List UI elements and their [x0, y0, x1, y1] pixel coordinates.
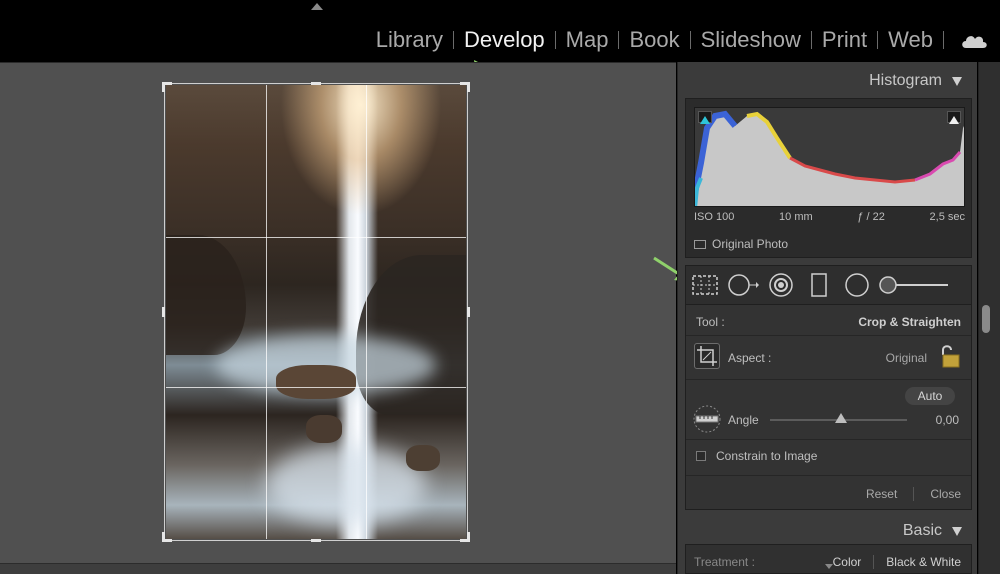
histogram-title: Histogram — [869, 72, 942, 89]
lock-open-icon[interactable] — [937, 343, 961, 369]
tool-value: Crop & Straighten — [858, 315, 961, 329]
treatment-bw[interactable]: Black & White — [886, 555, 961, 569]
reset-button[interactable]: Reset — [866, 487, 897, 501]
constrain-to-image-toggle[interactable]: Constrain to Image — [696, 449, 817, 463]
treatment-separator — [873, 555, 875, 569]
crop-handle-right[interactable] — [467, 307, 470, 317]
divider — [686, 475, 971, 476]
constrain-checkbox[interactable] — [696, 451, 706, 461]
footer-separator — [913, 487, 915, 501]
auto-straighten-button[interactable]: Auto — [905, 387, 955, 405]
spot-removal-icon[interactable] — [724, 266, 762, 304]
module-slideshow[interactable]: Slideshow — [691, 25, 811, 55]
crop-handle-bottom[interactable] — [311, 539, 321, 542]
crop-handle-left[interactable] — [162, 307, 165, 317]
module-develop[interactable]: Develop — [454, 25, 555, 55]
crop-footer: Reset Close — [866, 487, 961, 501]
treatment-options: Color Black & White — [833, 555, 961, 569]
original-photo-icon — [694, 239, 706, 249]
adjustment-brush-icon[interactable] — [876, 266, 952, 304]
module-map[interactable]: Map — [556, 25, 619, 55]
divider — [686, 379, 971, 380]
tool-strip — [685, 265, 972, 305]
crop-handle-top[interactable] — [311, 82, 321, 85]
shadow-clipping-icon[interactable] — [698, 111, 712, 124]
module-library[interactable]: Library — [366, 25, 453, 55]
histogram-metadata: ISO 100 10 mm ƒ / 22 2,5 sec — [694, 211, 965, 223]
constrain-label: Constrain to Image — [716, 449, 818, 463]
original-photo-label: Original Photo — [712, 237, 789, 251]
module-web[interactable]: Web — [878, 25, 943, 55]
crop-handle-top-right[interactable] — [467, 82, 470, 92]
aspect-label: Aspect : — [728, 351, 772, 365]
divider — [686, 439, 971, 440]
module-book[interactable]: Book — [619, 25, 689, 55]
right-panel: Histogram ISO 100 10 mm ƒ / 22 2,5 sec O… — [677, 62, 977, 574]
crop-handle-bottom-left[interactable] — [162, 532, 165, 542]
cloud-icon[interactable] — [960, 30, 988, 50]
original-photo-toggle[interactable]: Original Photo — [694, 237, 788, 251]
aspect-select[interactable]: Original — [886, 351, 927, 365]
red-eye-icon[interactable] — [762, 266, 800, 304]
angle-slider-knob[interactable] — [835, 413, 847, 423]
collapse-triangle-icon[interactable] — [952, 526, 962, 536]
graduated-filter-icon[interactable] — [800, 266, 838, 304]
crop-handle-top-left[interactable] — [162, 82, 165, 92]
basic-title: Basic — [902, 522, 942, 539]
shutter-value: 2,5 sec — [929, 211, 965, 223]
focal-length-value: 10 mm — [779, 211, 813, 223]
collapse-triangle-icon[interactable] — [952, 76, 962, 86]
angle-value[interactable]: 0,00 — [936, 413, 959, 427]
highlight-clipping-icon[interactable] — [947, 111, 961, 124]
treatment-label: Treatment : — [694, 555, 755, 569]
module-print[interactable]: Print — [812, 25, 877, 55]
crop-tool-panel: Tool : Crop & Straighten Aspect : Origin… — [685, 305, 972, 510]
panel-scrollbar-thumb[interactable] — [982, 305, 990, 333]
histogram-graph[interactable] — [694, 107, 965, 207]
histogram-curve — [695, 110, 964, 206]
crop-handle-bottom-right[interactable] — [467, 532, 470, 542]
radial-filter-icon[interactable] — [838, 266, 876, 304]
straighten-tool-icon[interactable] — [692, 404, 722, 434]
histogram-panel: ISO 100 10 mm ƒ / 22 2,5 sec Original Ph… — [685, 98, 972, 258]
collapse-top-panel-icon[interactable] — [311, 3, 323, 10]
module-list: Library Develop Map Book Slideshow Print… — [366, 25, 988, 55]
treatment-color[interactable]: Color — [833, 555, 862, 569]
close-button[interactable]: Close — [930, 487, 961, 501]
basic-header[interactable]: Basic — [678, 514, 974, 548]
crop-frame-tool-icon[interactable] — [694, 343, 720, 369]
histogram-header[interactable]: Histogram — [678, 64, 974, 98]
crop-overlay-icon[interactable] — [686, 266, 724, 304]
module-picker-bar: Library Develop Map Book Slideshow Print… — [0, 0, 1000, 62]
divider — [686, 335, 971, 336]
iso-value: ISO 100 — [694, 211, 735, 223]
module-separator — [943, 31, 944, 49]
aperture-value: ƒ / 22 — [857, 211, 885, 223]
filmstrip-edge — [0, 563, 676, 574]
angle-label: Angle — [728, 413, 759, 427]
panel-scroll-indicator-icon — [825, 564, 833, 569]
crop-frame[interactable] — [164, 83, 468, 541]
basic-panel: Treatment : Color Black & White — [685, 544, 972, 574]
